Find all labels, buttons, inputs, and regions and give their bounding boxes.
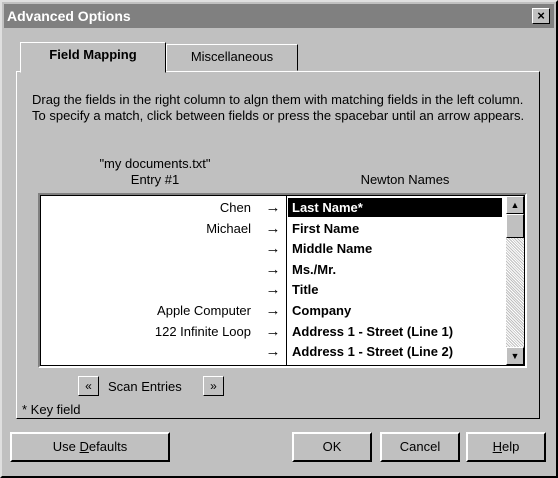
match-arrow-icon: → bbox=[265, 322, 281, 340]
ok-button[interactable]: OK bbox=[292, 432, 372, 462]
source-entry-value bbox=[41, 280, 251, 299]
source-entry-value bbox=[41, 342, 251, 361]
source-header: "my documents.txt" Entry #1 bbox=[70, 156, 240, 188]
cancel-button[interactable]: Cancel bbox=[380, 432, 460, 462]
scroll-up-button[interactable]: ▲ bbox=[506, 196, 524, 214]
title-bar: Advanced Options × bbox=[4, 4, 554, 28]
target-header: Newton Names bbox=[360, 172, 450, 187]
match-arrow-icon: → bbox=[265, 343, 281, 361]
match-arrow-icon: → bbox=[265, 199, 281, 216]
vertical-scrollbar[interactable]: ▲ ▼ bbox=[506, 196, 524, 365]
scan-previous-button[interactable]: « bbox=[78, 376, 99, 396]
scan-next-button[interactable]: » bbox=[203, 376, 224, 396]
source-entry-number: Entry #1 bbox=[130, 172, 180, 187]
newton-field-name[interactable]: Address 1 - Street (Line 2) bbox=[288, 342, 502, 361]
scroll-down-button[interactable]: ▼ bbox=[506, 347, 524, 365]
instructions-text: Drag the fields in the right column to a… bbox=[32, 92, 525, 123]
match-arrow-icon: → bbox=[265, 260, 281, 278]
use-defaults-button[interactable]: Use Defaults bbox=[10, 432, 170, 462]
source-entry-value: 122 Infinite Loop bbox=[154, 323, 251, 339]
use-defaults-label-post: efaults bbox=[88, 439, 128, 454]
source-filename: "my documents.txt" bbox=[99, 156, 211, 171]
newton-field-name[interactable]: First Name bbox=[288, 219, 502, 238]
source-entry-value: Chen bbox=[219, 200, 251, 215]
source-entry-value: Apple Computer bbox=[157, 303, 251, 318]
tab-field-mapping[interactable]: Field Mapping bbox=[20, 42, 166, 73]
source-entry-value bbox=[41, 239, 251, 258]
match-arrow-icon: → bbox=[265, 219, 281, 237]
field-mapping-list[interactable]: Chen → Last Name* Michael → First Name → Middle… bbox=[38, 193, 527, 368]
newton-field-name[interactable]: Last Name* bbox=[288, 198, 502, 217]
source-entry-value bbox=[41, 260, 251, 279]
source-entry-value: Michael bbox=[206, 220, 251, 236]
match-arrow-icon: → bbox=[265, 302, 281, 319]
scan-entries-label: Scan Entries bbox=[108, 379, 182, 394]
newton-field-name[interactable]: Ms./Mr. bbox=[288, 260, 502, 279]
tab-miscellaneous[interactable]: Miscellaneous bbox=[166, 44, 298, 71]
scroll-thumb[interactable] bbox=[506, 214, 524, 238]
tab-miscellaneous-label: Miscellaneous bbox=[190, 49, 274, 64]
help-label-post: elp bbox=[502, 439, 520, 454]
tab-field-mapping-label: Field Mapping bbox=[49, 47, 137, 62]
column-divider bbox=[286, 196, 287, 365]
field-mapping-list-frame: Chen → Last Name* Michael → First Name → Middle… bbox=[40, 195, 525, 366]
window-title: Advanced Options bbox=[7, 8, 131, 24]
help-button[interactable]: Help bbox=[466, 432, 546, 462]
use-defaults-accel: D bbox=[79, 439, 89, 454]
newton-field-name[interactable]: Middle Name bbox=[288, 239, 502, 258]
newton-field-name[interactable]: Company bbox=[288, 301, 502, 320]
match-arrow-icon: → bbox=[265, 240, 281, 258]
match-arrow-icon: → bbox=[265, 281, 281, 299]
newton-field-name[interactable]: Address 1 - Street (Line 1) bbox=[288, 322, 502, 341]
newton-field-name[interactable]: Title bbox=[288, 280, 502, 299]
use-defaults-label-pre: Use bbox=[52, 439, 80, 454]
close-button[interactable]: × bbox=[532, 8, 550, 24]
help-accel: H bbox=[492, 439, 503, 454]
key-field-note: * Key field bbox=[22, 402, 81, 417]
